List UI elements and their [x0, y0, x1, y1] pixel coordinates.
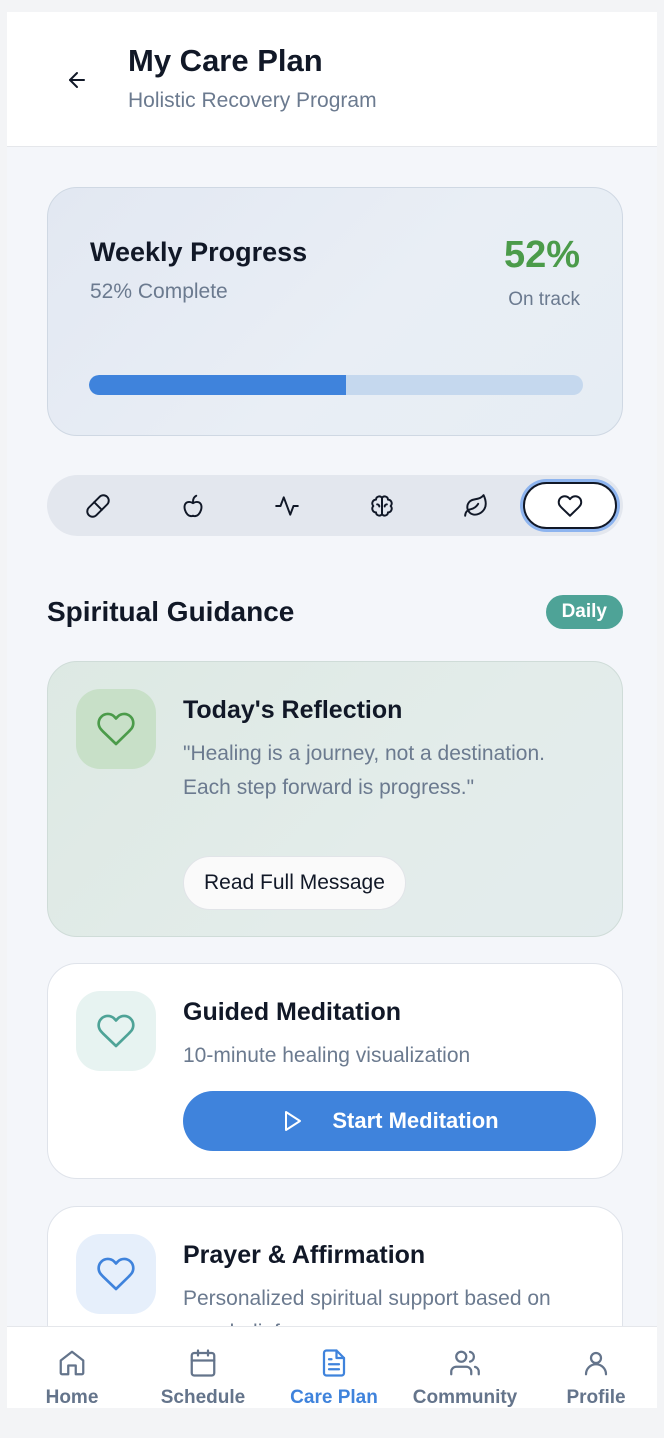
bottom-nav: Home Schedule Care Plan Community Profil… [7, 1326, 657, 1408]
tab-nutrition[interactable] [146, 482, 240, 529]
start-meditation-label: Start Meditation [332, 1108, 499, 1133]
app-screen: My Care Plan Holistic Recovery Program W… [7, 12, 657, 1408]
page-title: My Care Plan [128, 43, 323, 78]
meditation-description: 10-minute healing visualization [183, 1044, 471, 1067]
nav-profile[interactable]: Profile [531, 1327, 657, 1408]
document-icon [322, 1349, 346, 1377]
nav-label-care-plan: Care Plan [290, 1387, 378, 1408]
home-icon [59, 1350, 85, 1376]
calendar-icon [190, 1349, 216, 1377]
activity-icon [275, 495, 299, 516]
brain-icon [371, 494, 393, 517]
back-button[interactable] [59, 62, 95, 98]
apple-icon [183, 494, 203, 517]
nav-label-home: Home [45, 1387, 99, 1408]
progress-percent: 52% [503, 234, 580, 276]
header: My Care Plan Holistic Recovery Program [7, 12, 657, 147]
nav-label-schedule: Schedule [160, 1387, 246, 1408]
progress-title: Weekly Progress [90, 237, 308, 267]
meditation-icon-box [76, 991, 156, 1071]
nav-label-profile: Profile [566, 1387, 626, 1408]
tab-activity[interactable] [240, 482, 334, 529]
start-meditation-button[interactable]: Start Meditation [183, 1091, 596, 1151]
read-full-message-button[interactable]: Read Full Message [183, 856, 406, 910]
progress-bar [89, 375, 583, 395]
reflection-title: Today's Reflection [183, 696, 403, 724]
section-title: Spiritual Guidance [47, 596, 295, 627]
reflection-icon-box [76, 689, 156, 769]
nav-care-plan[interactable]: Care Plan [269, 1327, 399, 1408]
meditation-card: Guided Meditation 10-minute healing visu… [47, 963, 623, 1179]
category-tabs [47, 475, 623, 536]
tab-mental[interactable] [335, 482, 429, 529]
heart-icon [97, 1014, 135, 1048]
heart-icon [97, 1257, 135, 1291]
tab-wellness[interactable] [429, 482, 523, 529]
play-icon [285, 1111, 302, 1131]
nav-label-community: Community [412, 1387, 518, 1408]
prayer-title: Prayer & Affirmation [183, 1241, 426, 1269]
page-subtitle: Holistic Recovery Program [128, 89, 377, 112]
frequency-badge: Daily [545, 595, 623, 629]
heart-icon [97, 712, 135, 746]
tab-medication[interactable] [51, 482, 145, 529]
nav-home[interactable]: Home [7, 1327, 137, 1408]
reflection-quote: "Healing is a journey, not a destination… [183, 742, 545, 799]
weekly-progress-card: Weekly Progress 52% Complete 52% On trac… [47, 187, 623, 436]
progress-status: On track [508, 289, 580, 310]
pill-icon [86, 493, 110, 518]
progress-bar-fill [89, 375, 346, 395]
meditation-title: Guided Meditation [183, 998, 402, 1026]
reflection-card: Today's Reflection "Healing is a journey… [47, 661, 623, 937]
tab-spiritual[interactable] [523, 482, 617, 529]
users-icon [450, 1350, 480, 1376]
nav-community[interactable]: Community [400, 1327, 530, 1408]
user-icon [584, 1351, 608, 1376]
leaf-icon [464, 493, 487, 517]
progress-complete-text: 52% Complete [90, 280, 228, 303]
prayer-icon-box [76, 1234, 156, 1314]
nav-schedule[interactable]: Schedule [138, 1327, 268, 1408]
arrow-left-icon [69, 72, 85, 88]
heart-icon [557, 494, 583, 517]
